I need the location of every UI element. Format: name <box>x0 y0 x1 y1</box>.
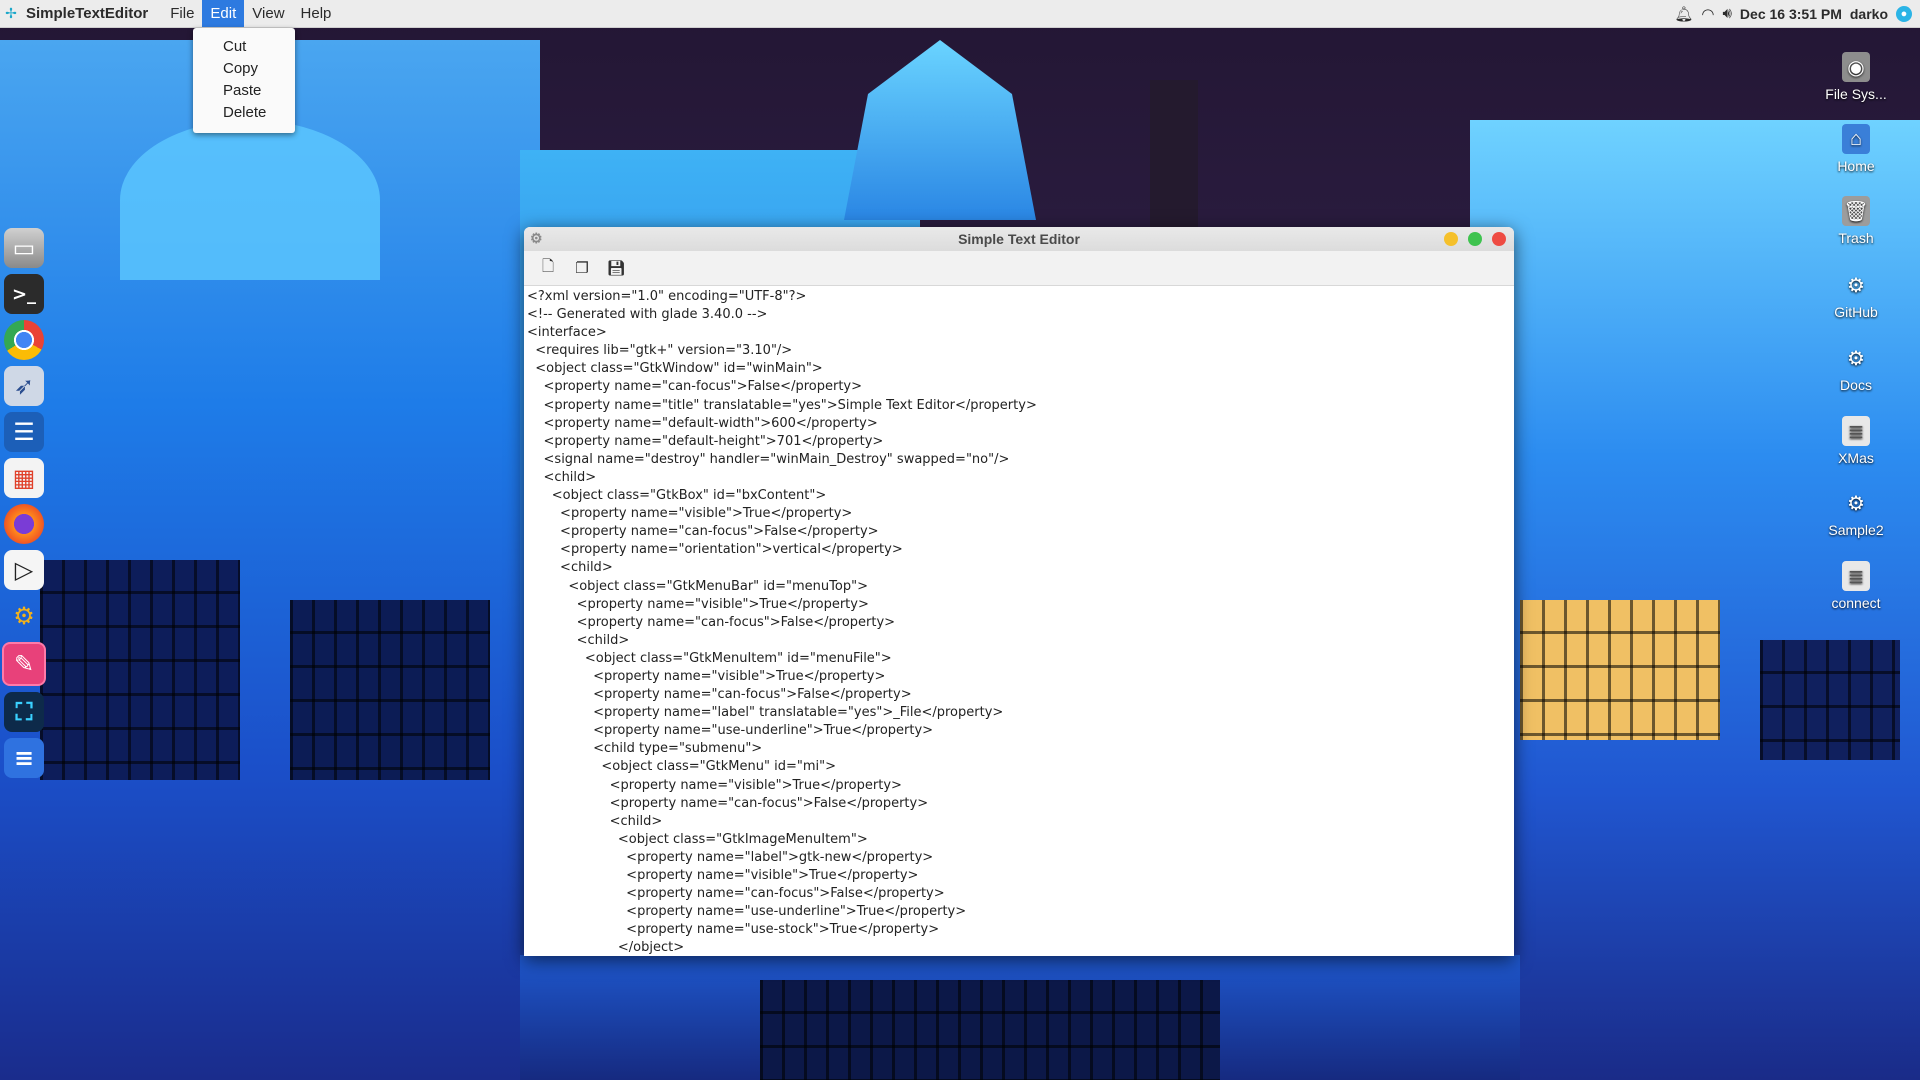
open-file-icon[interactable]: ❐ <box>572 258 592 278</box>
window-controls <box>1444 232 1506 246</box>
window-title: Simple Text Editor <box>958 231 1080 247</box>
app-logo-icon: ✢ <box>5 5 17 21</box>
desktop-icon-home[interactable]: ⌂ Home <box>1816 124 1896 174</box>
app-store-icon[interactable]: ▦ <box>4 458 44 498</box>
docs-icon[interactable]: ≡ <box>4 738 44 778</box>
text-file-icon: ≣ <box>1842 561 1870 591</box>
menu-view[interactable]: View <box>244 0 292 27</box>
desktop-icon-label: XMas <box>1838 450 1874 466</box>
desktop-icon-github[interactable]: ⚙ GitHub <box>1816 270 1896 321</box>
bell-icon[interactable]: 🔔︎ <box>1674 5 1693 23</box>
save-file-icon[interactable]: 💾︎ <box>606 258 626 278</box>
text-file-icon: ≣ <box>1842 416 1870 446</box>
desktop-icon-label: connect <box>1831 595 1881 611</box>
trash-icon: 🗑︎ <box>1842 196 1870 226</box>
document-text[interactable]: <?xml version="1.0" encoding="UTF-8"?> <… <box>527 288 1512 956</box>
top-panel: ✢ SimpleTextEditor File Edit View Help 🔔… <box>0 0 1920 28</box>
desktop-icon-label: Home <box>1837 158 1875 174</box>
edit-menu-dropdown: Cut Copy Paste Delete <box>193 28 295 133</box>
home-folder-icon: ⌂ <box>1842 124 1870 154</box>
text-editing-area[interactable]: <?xml version="1.0" encoding="UTF-8"?> <… <box>524 286 1514 956</box>
desktop-icon-label: Docs <box>1840 377 1872 393</box>
clock[interactable]: Dec 16 3:51 PM <box>1740 6 1842 22</box>
menu-item-delete[interactable]: Delete <box>193 102 295 124</box>
desktop-icon-connect[interactable]: ≣ connect <box>1816 561 1896 611</box>
screenshot-icon[interactable]: ⛶ <box>4 692 44 732</box>
desktop-icon-docs[interactable]: ⚙ Docs <box>1816 343 1896 394</box>
files-icon[interactable]: ▭ <box>4 228 44 268</box>
maximize-button[interactable] <box>1468 232 1482 246</box>
desktop-icon-label: Sample2 <box>1828 522 1884 538</box>
terminal-icon[interactable]: >_ <box>4 274 44 314</box>
chrome-icon[interactable] <box>4 320 44 360</box>
media-player-icon[interactable]: ▷ <box>4 550 44 590</box>
close-button[interactable] <box>1492 232 1506 246</box>
minimize-button[interactable] <box>1444 232 1458 246</box>
desktop-icon-sample2[interactable]: ⚙ Sample2 <box>1816 488 1896 539</box>
menu-edit[interactable]: Edit <box>202 0 245 27</box>
desktop-icon-xmas[interactable]: ≣ XMas <box>1816 416 1896 466</box>
menu-item-copy[interactable]: Copy <box>193 58 295 80</box>
menu-item-paste[interactable]: Paste <box>193 80 295 102</box>
app-name[interactable]: SimpleTextEditor <box>26 5 148 22</box>
robot-arm-icon[interactable]: ⚙ <box>4 596 44 636</box>
window-titlebar[interactable]: ⚙ Simple Text Editor <box>524 227 1514 251</box>
panel-status-area: 🔔︎ ◠ 🔊︎ Dec 16 3:51 PM darko ● <box>1674 5 1920 23</box>
folder-link-icon: ⚙ <box>1847 492 1865 515</box>
drive-icon: ◉ <box>1842 52 1870 82</box>
new-file-icon[interactable]: 🗋︎ <box>538 257 558 278</box>
desktop-icon-trash[interactable]: 🗑︎ Trash <box>1816 196 1896 246</box>
desktop-icon-label: GitHub <box>1834 304 1878 320</box>
menu-file[interactable]: File <box>162 0 202 27</box>
folder-link-icon: ⚙ <box>1847 347 1865 370</box>
wifi-icon[interactable]: ◠ <box>1701 5 1714 23</box>
folder-link-icon: ⚙ <box>1847 274 1865 297</box>
menu-item-cut[interactable]: Cut <box>193 36 295 58</box>
user-name[interactable]: darko <box>1850 6 1888 22</box>
volume-icon[interactable]: 🔊︎ <box>1722 5 1731 22</box>
firefox-icon[interactable] <box>4 504 44 544</box>
document-viewer-icon[interactable]: ☰ <box>4 412 44 452</box>
desktop-icon-filesystem[interactable]: ◉ File Sys... <box>1816 52 1896 102</box>
editor-toolbar: 🗋︎ ❐ 💾︎ <box>524 251 1514 286</box>
user-status-icon[interactable]: ● <box>1896 5 1912 22</box>
dock: ▭ >_ ➶ ☰ ▦ ▷ ⚙ ✎ ⛶ ≡ <box>0 228 48 848</box>
window-menu-icon[interactable]: ⚙ <box>530 230 543 247</box>
desktop-icon-label: Trash <box>1838 230 1874 246</box>
text-editor-icon[interactable]: ✎ <box>2 642 46 686</box>
editor-window: ⚙ Simple Text Editor 🗋︎ ❐ 💾︎ <?xml versi… <box>524 227 1514 956</box>
menu-help[interactable]: Help <box>293 0 340 27</box>
feather-icon[interactable]: ➶ <box>4 366 44 406</box>
desktop-icon-label: File Sys... <box>1825 86 1887 102</box>
